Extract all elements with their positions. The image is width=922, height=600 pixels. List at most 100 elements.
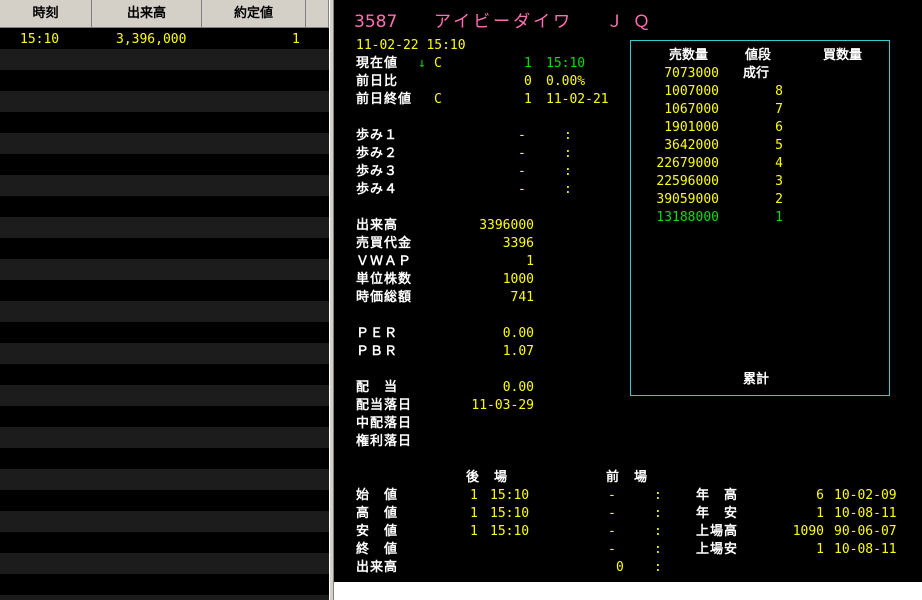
listing-high-value: 1090 [792, 524, 824, 539]
prev-close-label: 前日終値 [356, 92, 413, 107]
stock-name: アイビーダイワ [434, 12, 574, 32]
sell-qty-header: 売数量 [669, 48, 709, 63]
ayumi-1-label: 歩み１ [356, 128, 399, 143]
dividend-value: 0.00 [502, 380, 534, 395]
prev-close-date: 11-02-21 [546, 92, 609, 107]
buy-qty-header: 買数量 [823, 48, 863, 63]
unit-shares-value: 1000 [502, 272, 534, 287]
listing-high-label: 上場高 [696, 524, 739, 539]
close-before-time: : [654, 542, 662, 557]
high-after-price: 1 [470, 506, 478, 521]
high-before-price: - [608, 506, 616, 521]
turnover-value: 3396 [502, 236, 534, 251]
listing-high-date: 90-06-07 [834, 524, 897, 539]
current-price-label: 現在値 [356, 56, 399, 71]
change-label: 前日比 [356, 74, 399, 89]
quote-datetime: 11-02-22 15:10 [356, 38, 466, 53]
tick-list-header: 時刻 出来高 約定値 [0, 0, 329, 28]
ayumi-2-price: - [518, 146, 526, 161]
prev-close-flag: C [434, 92, 442, 107]
low-after-price: 1 [470, 524, 478, 539]
ayumi-3-time: : [564, 164, 572, 179]
stock-code: 3587 [354, 12, 398, 32]
year-low-value: 1 [816, 506, 824, 521]
book-price-4: 4 [775, 156, 783, 171]
tick-list-panel: 時刻 出来高 約定値 15:10 3,396,000 1 [0, 0, 329, 600]
market-cap-label: 時価総額 [356, 290, 413, 305]
pbr-value: 1.07 [502, 344, 534, 359]
ayumi-2-time: : [564, 146, 572, 161]
close-before-price: - [608, 542, 616, 557]
ayumi-2-label: 歩み２ [356, 146, 399, 161]
market-order-sell: 7073000 [664, 66, 719, 81]
close-label: 終 値 [356, 542, 399, 557]
dividend-label: 配 当 [356, 380, 399, 395]
book-sell-1: 13188000 [656, 210, 719, 225]
book-sell-3: 22596000 [656, 174, 719, 189]
price-header: 値段 [745, 48, 772, 63]
open-before-time: : [654, 488, 662, 503]
book-sell-7: 1067000 [664, 102, 719, 117]
listing-low-label: 上場安 [696, 542, 739, 557]
volume-label: 出来高 [356, 218, 399, 233]
book-total-label: 累計 [743, 372, 770, 387]
prev-close-value: 1 [524, 92, 532, 107]
current-price-flag: C [434, 56, 442, 71]
open-after-time: 15:10 [490, 488, 530, 503]
status-strip [334, 582, 922, 600]
ayumi-4-label: 歩み４ [356, 182, 399, 197]
turnover-label: 売買代金 [356, 236, 413, 251]
market-name: ＪＱ [606, 12, 660, 32]
listing-low-date: 10-08-11 [834, 542, 897, 557]
change-percent: 0.00% [546, 74, 586, 89]
interim-ex-dividend-date [434, 415, 534, 433]
year-high-date: 10-02-09 [834, 488, 897, 503]
volume-value: 3396000 [479, 218, 534, 233]
tick-price: 1 [292, 32, 300, 47]
column-header-time[interactable]: 時刻 [0, 0, 92, 27]
session-volume-label: 出来高 [356, 560, 399, 575]
book-sell-5: 3642000 [664, 138, 719, 153]
vwap-label: ＶＷＡＰ [356, 254, 413, 269]
tick-time: 15:10 [20, 32, 60, 47]
ayumi-1-time: : [564, 128, 572, 143]
ex-dividend-label: 配当落日 [356, 398, 413, 413]
book-price-7: 7 [775, 102, 783, 117]
high-label: 高 値 [356, 506, 399, 521]
book-sell-6: 1901000 [664, 120, 719, 135]
interim-ex-dividend-label: 中配落日 [356, 416, 413, 431]
session-volume-before-time: : [654, 560, 662, 575]
before-session-header: 前 場 [606, 470, 649, 485]
year-high-value: 6 [816, 488, 824, 503]
low-before-time: : [654, 524, 662, 539]
book-price-8: 8 [775, 84, 783, 99]
book-price-5: 5 [775, 138, 783, 153]
session-volume-before: 0 [616, 560, 624, 575]
vwap-value: 1 [526, 254, 534, 269]
order-book[interactable]: 売数量 値段 買数量 7073000 成行 1007000 8 1067000 … [630, 40, 890, 396]
table-row[interactable]: 15:10 3,396,000 1 [0, 31, 329, 49]
column-header-price[interactable]: 約定値 [202, 0, 306, 27]
tick-list-body[interactable]: 15:10 3,396,000 1 [0, 28, 329, 600]
ayumi-1-price: - [518, 128, 526, 143]
year-low-date: 10-08-11 [834, 506, 897, 521]
open-label: 始 値 [356, 488, 399, 503]
current-price-time: 15:10 [546, 56, 586, 71]
low-label: 安 値 [356, 524, 399, 539]
ayumi-4-price: - [518, 182, 526, 197]
ayumi-3-label: 歩み３ [356, 164, 399, 179]
ayumi-3-price: - [518, 164, 526, 179]
high-before-time: : [654, 506, 662, 521]
column-header-volume[interactable]: 出来高 [92, 0, 202, 27]
pbr-label: ＰＢＲ [356, 344, 399, 359]
book-price-1: 1 [775, 210, 783, 225]
quote-board: 3587 アイビーダイワ ＪＱ 11-02-22 15:10 現在値 ↓ C 1… [334, 0, 922, 582]
ex-rights-label: 権利落日 [356, 434, 413, 449]
ex-rights-date [434, 433, 534, 451]
book-price-3: 3 [775, 174, 783, 189]
book-price-2: 2 [775, 192, 783, 207]
unit-shares-label: 単位株数 [356, 272, 413, 287]
open-after-price: 1 [470, 488, 478, 503]
book-price-6: 6 [775, 120, 783, 135]
per-value: 0.00 [502, 326, 534, 341]
